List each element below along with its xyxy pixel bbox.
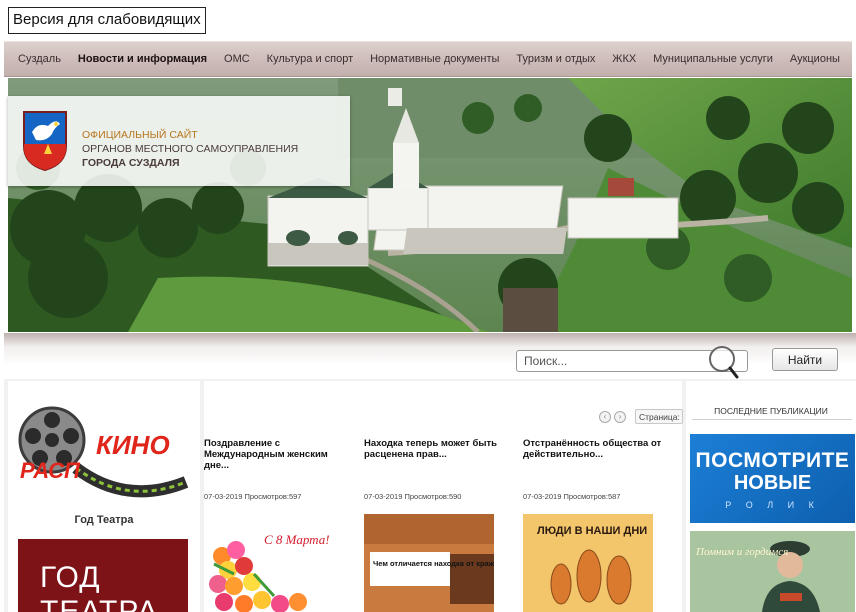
next-page-button[interactable]: › — [614, 411, 626, 423]
recent-banner-line1: ПОСМОТРИТЕ — [695, 449, 850, 472]
news-views: Просмотров:587 — [563, 492, 621, 501]
nav-item-culture-sport[interactable]: Культура и спорт — [267, 53, 353, 65]
recent-publication-photo[interactable]: Помним и гордимся — [690, 531, 855, 612]
news-views: Просмотров:590 — [404, 492, 462, 501]
page-label: Страница: — [635, 409, 683, 424]
news-thumbnail[interactable]: Чем отличается находка от кражи? — [364, 514, 494, 612]
main-nav: Суздаль Новости и информация ОМС Культур… — [4, 41, 852, 77]
news-meta: 07-03-2019 Просмотров:597 — [204, 492, 301, 501]
theatre-banner-line1: ГОД — [40, 561, 101, 594]
news-thumbnail[interactable]: ЛЮДИ В НАШИ ДНИ — [523, 514, 653, 612]
recent-publications-header: Последние публикации — [714, 406, 828, 416]
svg-text:ЛЮДИ В НАШИ ДНИ: ЛЮДИ В НАШИ ДНИ — [537, 525, 647, 537]
theatre-banner-line2: ТЕАТРА — [40, 595, 159, 612]
prev-page-button[interactable]: ‹ — [599, 411, 611, 423]
recent-banner-line2: НОВЫЕ — [733, 472, 812, 494]
news-views: Просмотров:597 — [244, 492, 302, 501]
svg-text:Чем отличается находка от краж: Чем отличается находка от кражи? — [373, 559, 494, 568]
svg-text:РАСП: РАСП — [20, 458, 81, 483]
kino-rasprav-logo[interactable]: КИНО РАСП — [16, 396, 190, 504]
news-item: Отстранённость общества от действительно… — [523, 438, 673, 612]
news-title[interactable]: Отстранённость общества от действительно… — [523, 438, 673, 474]
nav-item-news[interactable]: Новости и информация — [78, 53, 207, 65]
site-title-line1: Официальный сайт — [82, 129, 198, 141]
nav-item-tourism[interactable]: Туризм и отдых — [516, 53, 595, 65]
svg-text:КИНО: КИНО — [96, 430, 170, 460]
suzdal-coat-of-arms-icon[interactable] — [22, 110, 68, 172]
nav-item-oms[interactable]: ОМС — [224, 53, 250, 65]
nav-item-suzdal[interactable]: Суздаль — [18, 53, 61, 65]
magnifier-icon[interactable] — [707, 344, 741, 380]
site-title-line3: города Суздаля — [82, 157, 180, 169]
low-vision-version-link[interactable]: Версия для слабовидящих — [8, 7, 206, 34]
news-thumbnail[interactable]: С 8 Марта! — [204, 514, 334, 612]
news-meta: 07-03-2019 Просмотров:590 — [364, 492, 461, 501]
news-pager: ‹ › — [599, 411, 626, 423]
news-date: 07-03-2019 — [364, 492, 403, 501]
nav-item-municipal-services[interactable]: Муниципальные услуги — [653, 53, 773, 65]
news-item: Поздравление с Международным женским дне… — [204, 438, 354, 612]
nav-item-housing[interactable]: ЖКХ — [612, 53, 636, 65]
page: Версия для слабовидящих Суздаль Новости … — [0, 0, 856, 612]
year-of-theatre-caption[interactable]: Год Театра — [8, 514, 200, 526]
news-meta: 07-03-2019 Просмотров:587 — [523, 492, 620, 501]
news-date: 07-03-2019 — [204, 492, 243, 501]
search-button[interactable]: Найти — [772, 348, 838, 371]
site-header-panel: Официальный сайт органов местного самоуп… — [8, 96, 350, 186]
svg-text:Помним и гордимся: Помним и гордимся — [695, 546, 788, 558]
news-item: Находка теперь может быть расценена прав… — [364, 438, 514, 612]
site-title-line2: органов местного самоуправления — [82, 143, 299, 155]
news-date: 07-03-2019 — [523, 492, 562, 501]
year-of-theatre-banner[interactable]: ГОД ТЕАТРА — [18, 539, 188, 612]
news-title[interactable]: Находка теперь может быть расценена прав… — [364, 438, 514, 474]
site-title: Официальный сайт органов местного самоуп… — [82, 128, 298, 170]
watch-new-videos-banner[interactable]: ПОСМОТРИТЕ НОВЫЕ Р О Л И К — [690, 434, 855, 523]
news-title[interactable]: Поздравление с Международным женским дне… — [204, 438, 354, 474]
recent-divider — [692, 419, 852, 420]
nav-item-auctions[interactable]: Аукционы — [790, 53, 840, 65]
svg-text:С 8 Марта!: С 8 Марта! — [264, 532, 330, 547]
recent-banner-line3: Р О Л И К — [725, 500, 820, 510]
nav-item-normative-docs[interactable]: Нормативные документы — [370, 53, 499, 65]
